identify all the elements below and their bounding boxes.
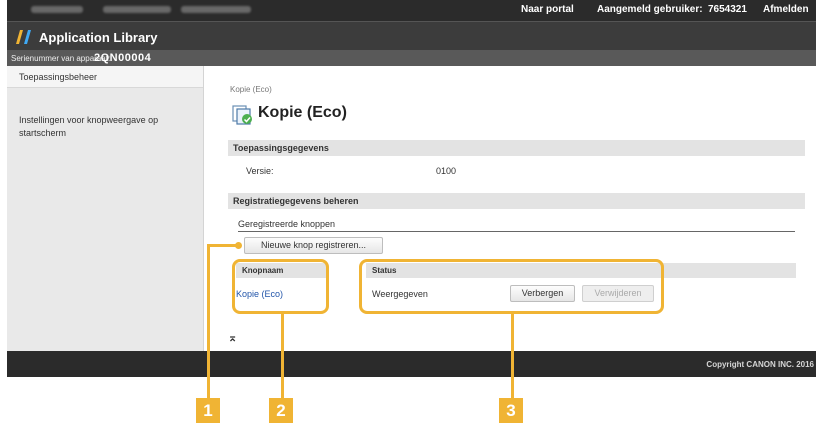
callout-2-connector [281,313,284,400]
serial-value: 2QN00004 [94,52,152,64]
logged-in-user-label: Aangemeld gebruiker: [597,4,703,15]
portal-link[interactable]: Naar portal [521,4,574,15]
serial-bar: Serienummer van apparaat: 2QN00004 [7,50,816,66]
app-title: Application Library [39,30,158,45]
blurred-header-text [181,6,251,13]
registered-buttons-heading: Geregistreerde knoppen [238,219,795,232]
callout-3-connector [511,313,514,400]
callout-1-badge: 1 [196,398,220,423]
sidebar-item-application-management[interactable]: Toepassingsbeheer [7,66,203,88]
callout-2-highlight [232,259,329,314]
callout-1-connector [208,244,238,247]
callout-2-badge: 2 [269,398,293,423]
logged-in-user-id: 7654321 [708,4,747,15]
callout-3-highlight [359,259,664,314]
logout-link[interactable]: Afmelden [763,4,809,15]
register-new-button[interactable]: Nieuwe knop registreren... [244,237,383,254]
sidebar: Toepassingsbeheer Instellingen voor knop… [7,66,204,351]
sidebar-item-button-display-settings[interactable]: Instellingen voor knopweergave op starts… [7,114,203,140]
section-application-info: Toepassingsgegevens [228,140,805,156]
page-title: Kopie (Eco) [258,104,347,121]
breadcrumb: Kopie (Eco) [230,85,272,94]
callout-3-badge: 3 [499,398,523,423]
blurred-header-text [31,6,83,13]
blurred-header-text [103,6,171,13]
back-to-top-icon[interactable]: ⌅ [228,331,237,344]
app-header: Application Library [7,21,816,51]
version-value: 0100 [436,166,457,176]
footer: Copyright CANON INC. 2016 [7,351,816,377]
copy-app-icon [232,105,252,125]
version-label: Versie: [246,166,274,176]
callout-1-connector [207,244,210,400]
copyright: Copyright CANON INC. 2016 [706,360,814,369]
application-library-logo-icon [16,30,31,44]
top-bar: Naar portal Aangemeld gebruiker: 7654321… [7,0,816,21]
section-registration-management: Registratiegegevens beheren [228,193,805,209]
